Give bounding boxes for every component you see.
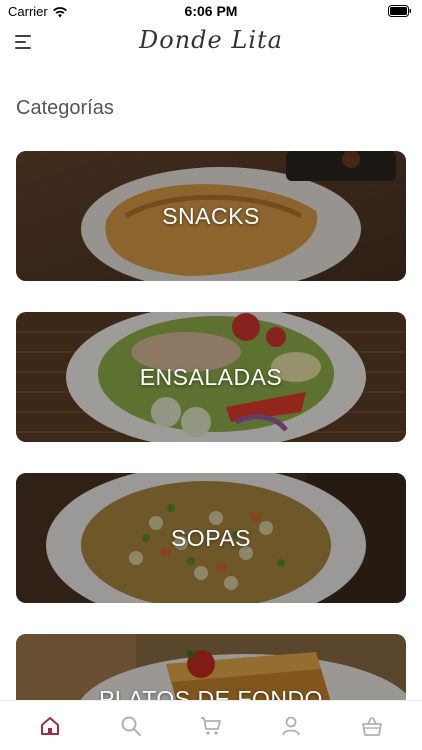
user-icon <box>282 716 301 735</box>
category-label: SNACKS <box>162 202 260 229</box>
home-icon <box>41 716 60 735</box>
category-label: SOPAS <box>170 524 252 551</box>
category-card-ensaladas[interactable]: ENSALADAS <box>16 312 406 442</box>
app-header: Donde Lita <box>0 22 422 66</box>
tab-home[interactable] <box>30 706 70 746</box>
category-label: ENSALADAS <box>139 363 283 390</box>
app-logo: Donde Lita <box>139 26 283 54</box>
status-time: 6:06 PM <box>184 3 238 19</box>
battery-icon <box>388 5 411 17</box>
search-icon <box>121 716 141 736</box>
category-card-snacks[interactable]: SNACKS <box>16 151 406 281</box>
cart-icon <box>200 716 221 735</box>
status-bar: Carrier 6:06 PM <box>0 0 422 22</box>
tab-basket[interactable] <box>352 706 392 746</box>
page-title: Categorías <box>16 97 114 119</box>
tab-search[interactable] <box>111 706 151 746</box>
basket-icon <box>361 716 382 736</box>
category-card-sopas[interactable]: SOPAS <box>16 473 406 603</box>
bottom-tab-bar <box>0 700 422 750</box>
tab-cart[interactable] <box>191 706 231 746</box>
tab-profile[interactable] <box>271 706 311 746</box>
